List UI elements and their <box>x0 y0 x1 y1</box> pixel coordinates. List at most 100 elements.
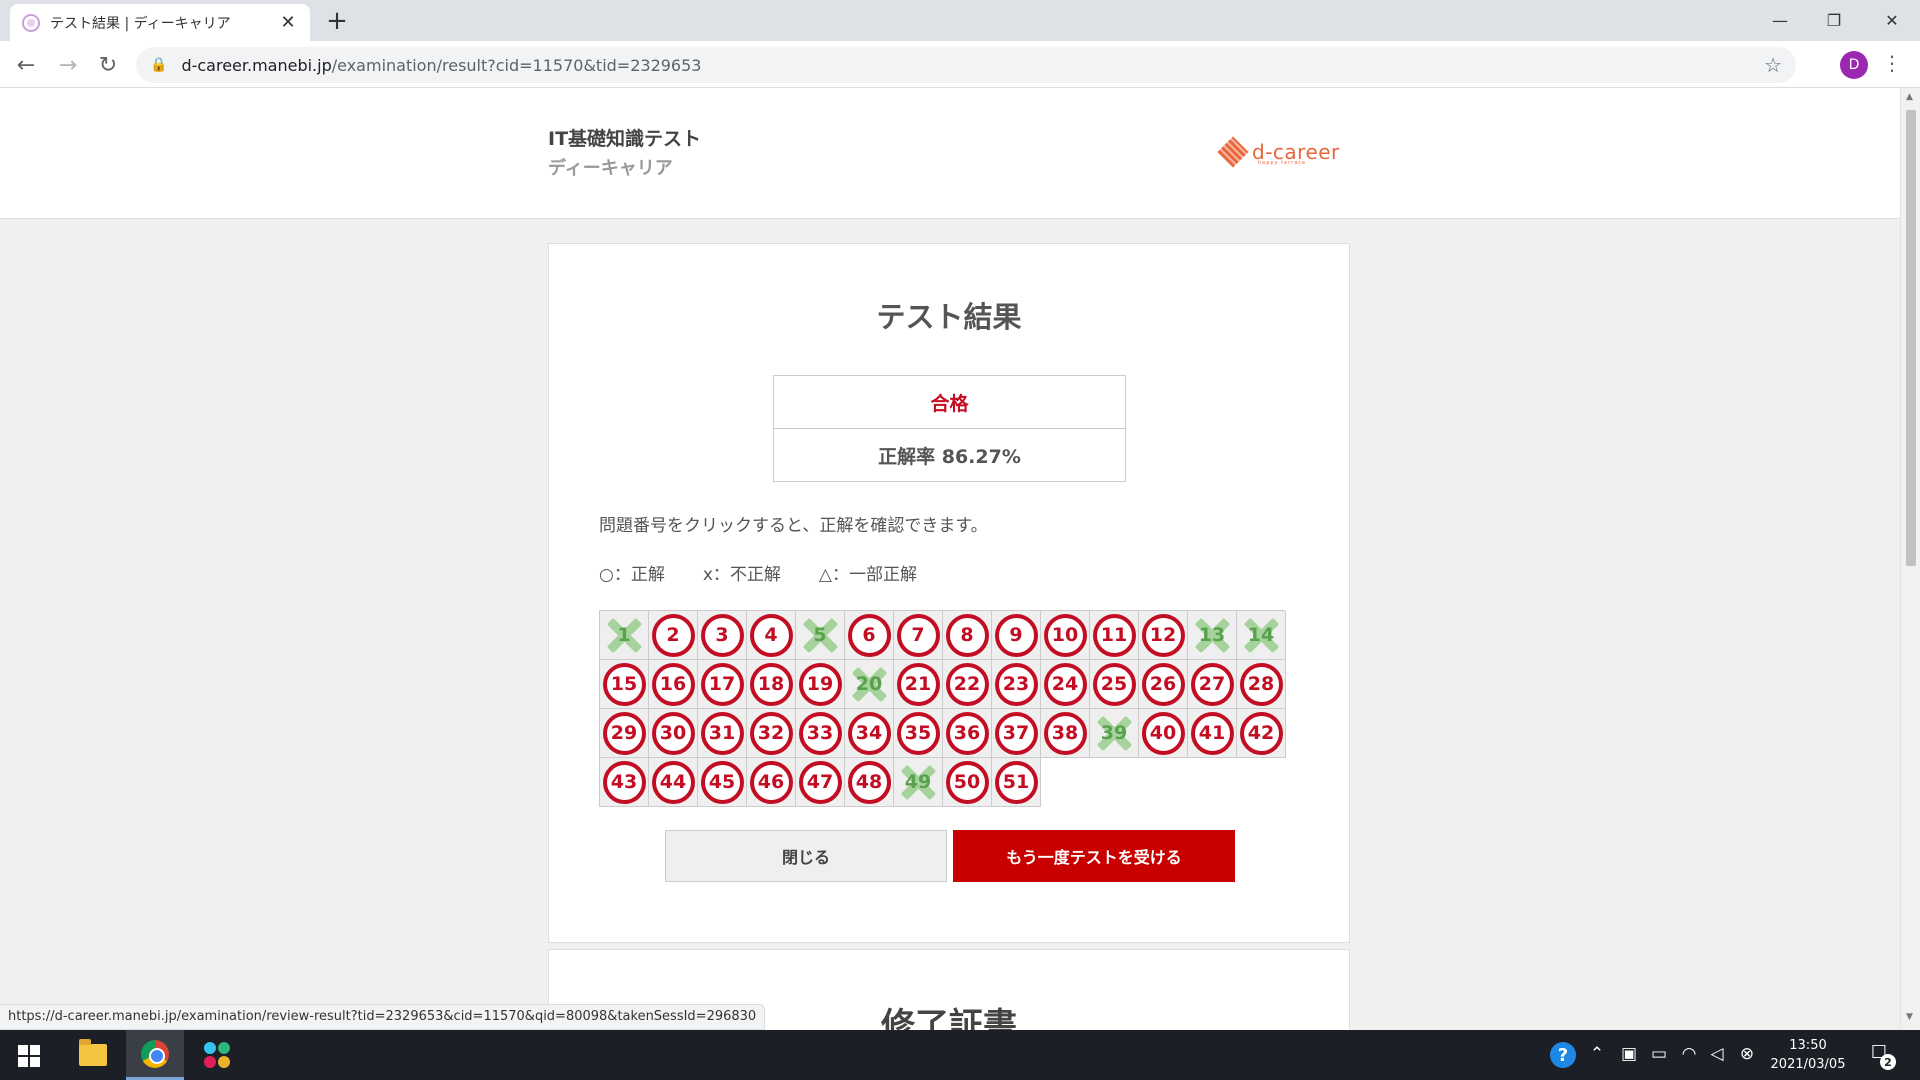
question-cell-20[interactable]: 20 <box>845 660 894 709</box>
answer-legend: ○：正解 x：不正解 △：一部正解 <box>599 560 955 585</box>
page-scrollbar[interactable]: ▲ ▼ <box>1900 88 1920 1030</box>
close-button[interactable]: 閉じる <box>665 830 947 882</box>
restore-icon[interactable]: ❐ <box>1806 0 1862 41</box>
forward-icon[interactable]: → <box>52 49 84 81</box>
logo-tagline: happy terrace <box>1258 160 1307 166</box>
question-cell-45[interactable]: 45 <box>698 758 747 807</box>
question-cell-39[interactable]: 39 <box>1090 709 1139 758</box>
scroll-up-icon[interactable]: ▲ <box>1906 92 1913 102</box>
question-cell-24[interactable]: 24 <box>1041 660 1090 709</box>
ime-off-icon[interactable]: ⊗ <box>1736 1044 1758 1064</box>
browser-toolbar: ← → ↻ 🔒 d-career.manebi.jp/examination/r… <box>0 41 1920 88</box>
notification-count: 2 <box>1880 1054 1896 1070</box>
question-cell-34[interactable]: 34 <box>845 709 894 758</box>
wifi-icon[interactable]: ◠ <box>1678 1044 1700 1064</box>
question-cell-35[interactable]: 35 <box>894 709 943 758</box>
question-cell-43[interactable]: 43 <box>600 758 649 807</box>
question-cell-42[interactable]: 42 <box>1237 709 1286 758</box>
question-cell-1[interactable]: 1 <box>600 611 649 660</box>
question-cell-29[interactable]: 29 <box>600 709 649 758</box>
retake-test-button[interactable]: もう一度テストを受ける <box>953 830 1235 882</box>
question-cell-28[interactable]: 28 <box>1237 660 1286 709</box>
question-cell-36[interactable]: 36 <box>943 709 992 758</box>
volume-muted-icon[interactable]: ◁ <box>1706 1044 1728 1064</box>
question-cell-11[interactable]: 11 <box>1090 611 1139 660</box>
lock-icon[interactable]: 🔒 <box>150 57 167 73</box>
question-cell-30[interactable]: 30 <box>649 709 698 758</box>
back-icon[interactable]: ← <box>10 49 42 81</box>
question-cell-8[interactable]: 8 <box>943 611 992 660</box>
reload-icon[interactable]: ↻ <box>92 49 124 81</box>
slack-app[interactable] <box>188 1030 246 1080</box>
chrome-app[interactable] <box>126 1030 184 1080</box>
question-cell-27[interactable]: 27 <box>1188 660 1237 709</box>
question-cell-49[interactable]: 49 <box>894 758 943 807</box>
profile-avatar[interactable]: D <box>1840 51 1868 79</box>
scrollbar-thumb[interactable] <box>1906 110 1916 566</box>
file-explorer-app[interactable] <box>64 1030 122 1080</box>
question-cell-16[interactable]: 16 <box>649 660 698 709</box>
question-cell-15[interactable]: 15 <box>600 660 649 709</box>
question-number: 41 <box>1190 711 1234 755</box>
question-cell-47[interactable]: 47 <box>796 758 845 807</box>
question-cell-2[interactable]: 2 <box>649 611 698 660</box>
windows-start-icon[interactable] <box>18 1045 40 1067</box>
address-bar[interactable]: 🔒 d-career.manebi.jp/examination/result?… <box>136 47 1796 83</box>
question-cell-33[interactable]: 33 <box>796 709 845 758</box>
help-icon[interactable]: ? <box>1550 1042 1576 1068</box>
question-cell-12[interactable]: 12 <box>1139 611 1188 660</box>
system-clock[interactable]: 13:50 2021/03/05 <box>1762 1036 1854 1074</box>
question-number: 3 <box>700 613 744 657</box>
question-cell-32[interactable]: 32 <box>747 709 796 758</box>
question-cell-23[interactable]: 23 <box>992 660 1041 709</box>
question-cell-26[interactable]: 26 <box>1139 660 1188 709</box>
tab-close-icon[interactable]: ✕ <box>278 12 298 33</box>
legend-correct: ○：正解 <box>599 565 665 585</box>
question-cell-3[interactable]: 3 <box>698 611 747 660</box>
question-cell-9[interactable]: 9 <box>992 611 1041 660</box>
question-cell-44[interactable]: 44 <box>649 758 698 807</box>
question-cell-6[interactable]: 6 <box>845 611 894 660</box>
question-cell-48[interactable]: 48 <box>845 758 894 807</box>
folder-icon <box>79 1039 107 1066</box>
question-cell-18[interactable]: 18 <box>747 660 796 709</box>
window-close-icon[interactable]: ✕ <box>1864 0 1920 41</box>
question-cell-10[interactable]: 10 <box>1041 611 1090 660</box>
tray-chevron-icon[interactable]: ⌃ <box>1586 1044 1608 1064</box>
browser-tab-bar: テスト結果 | ディーキャリア ✕ + — ❐ ✕ <box>0 0 1920 41</box>
scroll-down-icon[interactable]: ▼ <box>1906 1012 1913 1022</box>
new-tab-button[interactable]: + <box>322 6 352 36</box>
question-cell-13[interactable]: 13 <box>1188 611 1237 660</box>
question-cell-17[interactable]: 17 <box>698 660 747 709</box>
question-cell-25[interactable]: 25 <box>1090 660 1139 709</box>
question-cell-40[interactable]: 40 <box>1139 709 1188 758</box>
question-number: 37 <box>994 711 1038 755</box>
question-cell-50[interactable]: 50 <box>943 758 992 807</box>
question-cell-38[interactable]: 38 <box>1041 709 1090 758</box>
question-cell-5[interactable]: 5 <box>796 611 845 660</box>
question-cell-19[interactable]: 19 <box>796 660 845 709</box>
clock-time: 13:50 <box>1789 1038 1827 1053</box>
question-cell-7[interactable]: 7 <box>894 611 943 660</box>
question-number: 46 <box>749 760 793 804</box>
question-cell-21[interactable]: 21 <box>894 660 943 709</box>
minimize-icon[interactable]: — <box>1752 0 1808 41</box>
question-cell-31[interactable]: 31 <box>698 709 747 758</box>
question-cell-51[interactable]: 51 <box>992 758 1041 807</box>
question-cell-41[interactable]: 41 <box>1188 709 1237 758</box>
question-number: 39 <box>1100 722 1128 744</box>
question-number: 43 <box>602 760 646 804</box>
question-cell-37[interactable]: 37 <box>992 709 1041 758</box>
browser-tab[interactable]: テスト結果 | ディーキャリア ✕ <box>10 4 310 41</box>
battery-icon[interactable]: ▭ <box>1648 1044 1670 1064</box>
question-number: 51 <box>994 760 1038 804</box>
question-cell-14[interactable]: 14 <box>1237 611 1286 660</box>
question-cell-46[interactable]: 46 <box>747 758 796 807</box>
question-cell-22[interactable]: 22 <box>943 660 992 709</box>
bookmark-star-icon[interactable]: ☆ <box>1764 53 1782 77</box>
question-cell-4[interactable]: 4 <box>747 611 796 660</box>
question-number: 27 <box>1190 662 1234 706</box>
browser-menu-icon[interactable]: ⋮ <box>1882 51 1902 75</box>
display-icon[interactable]: ▣ <box>1618 1044 1640 1064</box>
question-number: 42 <box>1239 711 1283 755</box>
